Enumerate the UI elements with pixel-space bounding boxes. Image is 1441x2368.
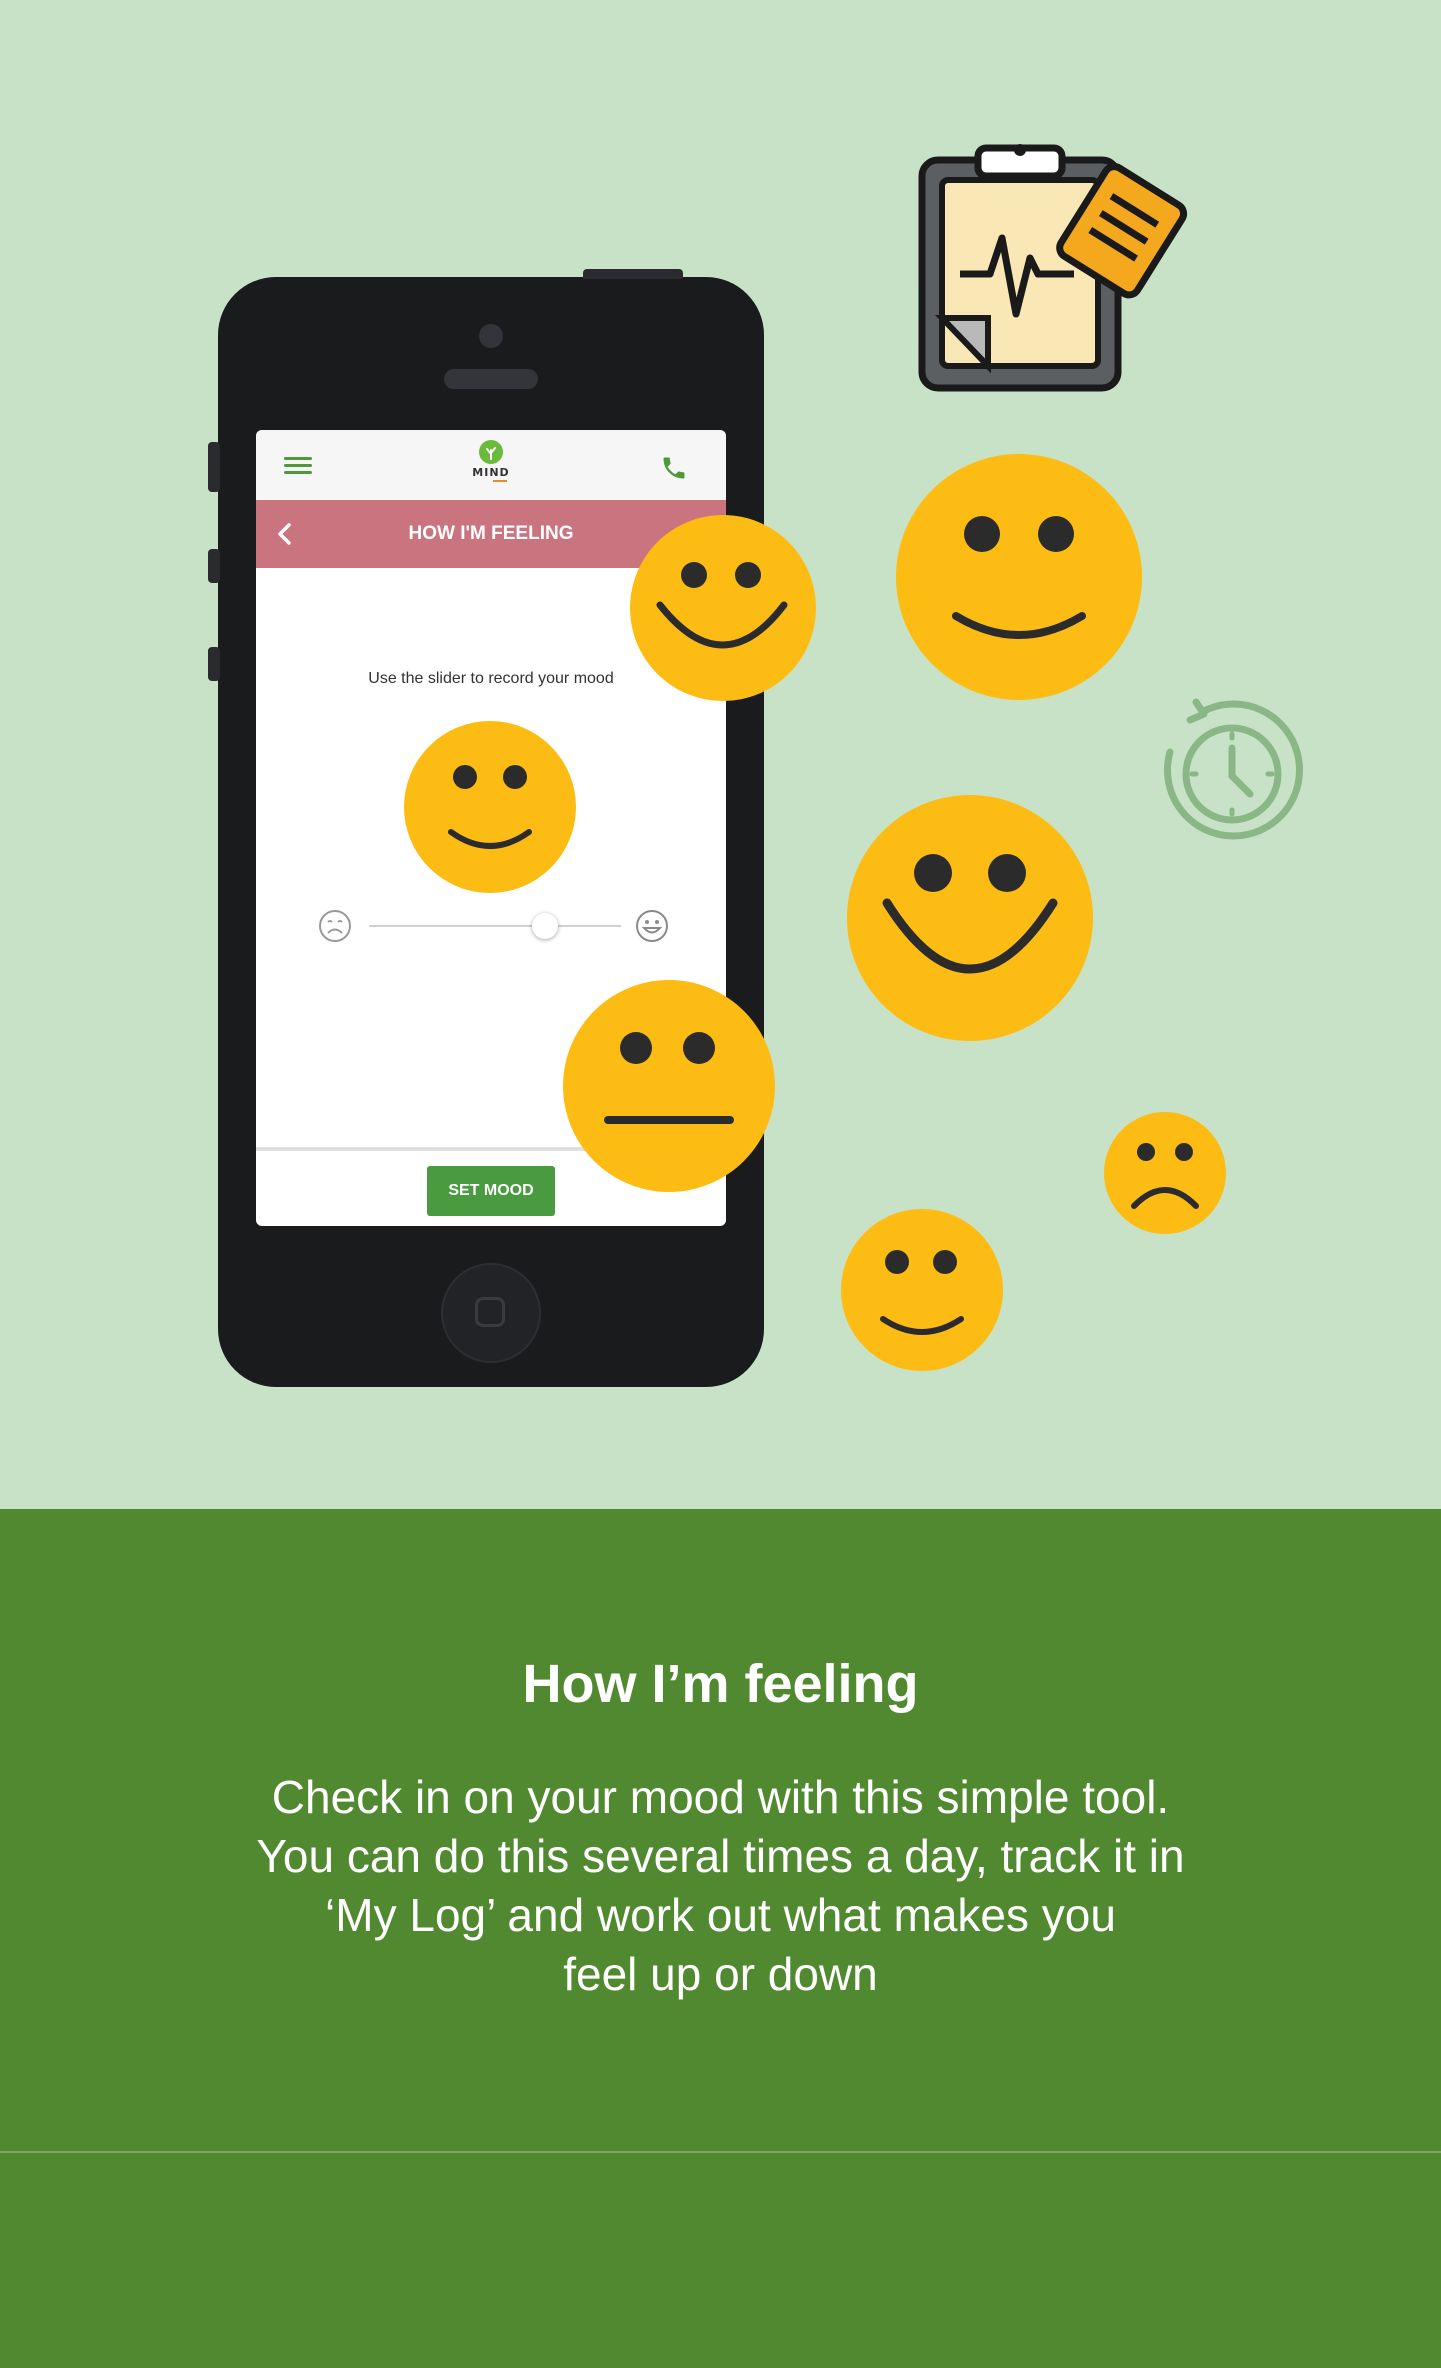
mood-slider-track[interactable]	[369, 925, 621, 927]
mind-logo: MIND	[461, 440, 521, 496]
volume-up-button	[208, 549, 220, 583]
mood-slider-thumb[interactable]	[532, 913, 559, 939]
menu-icon[interactable]	[284, 457, 312, 475]
feature-title: How I’m feeling	[522, 1654, 919, 1714]
hero-illustration: MIND HOW I'M FEELING Use the slider to r…	[0, 0, 1441, 1509]
description-line: ‘My Log’ and work out what makes you	[325, 1889, 1116, 1941]
description-line: You can do this several times a day, tra…	[256, 1830, 1185, 1882]
leaf-icon	[479, 440, 503, 464]
smiley-face-icon	[630, 515, 816, 701]
happy-face-icon	[636, 910, 668, 942]
description-line: Check in on your mood with this simple t…	[271, 1771, 1170, 1823]
app-header: MIND	[256, 430, 726, 500]
volume-switch	[208, 442, 220, 492]
smartphone-mockup: MIND HOW I'M FEELING Use the slider to r…	[208, 269, 764, 1387]
sad-face-icon	[319, 910, 351, 942]
phone-icon[interactable]	[660, 454, 688, 482]
clock-refresh-icon	[1164, 698, 1303, 840]
section-divider	[0, 2151, 1441, 2153]
earpiece-speaker	[444, 369, 538, 389]
home-button	[441, 1263, 541, 1363]
smiley-face-icon	[847, 795, 1093, 1041]
clipboard-heartbeat-icon	[918, 144, 1188, 392]
smiley-face-icon	[896, 454, 1142, 700]
sad-face-icon	[1104, 1112, 1226, 1234]
volume-down-button	[208, 647, 220, 681]
logo-underline	[493, 480, 507, 482]
neutral-face-icon	[563, 980, 775, 1192]
logo-text: MIND	[472, 466, 510, 479]
set-mood-button[interactable]: SET MOOD	[427, 1166, 555, 1216]
description-line: feel up or down	[563, 1948, 878, 2000]
front-camera	[479, 324, 503, 348]
feature-description: Check in on your mood with this simple t…	[180, 1768, 1261, 2004]
mood-face-icon	[404, 721, 576, 893]
power-button	[583, 269, 683, 279]
smiley-face-icon	[841, 1209, 1003, 1371]
